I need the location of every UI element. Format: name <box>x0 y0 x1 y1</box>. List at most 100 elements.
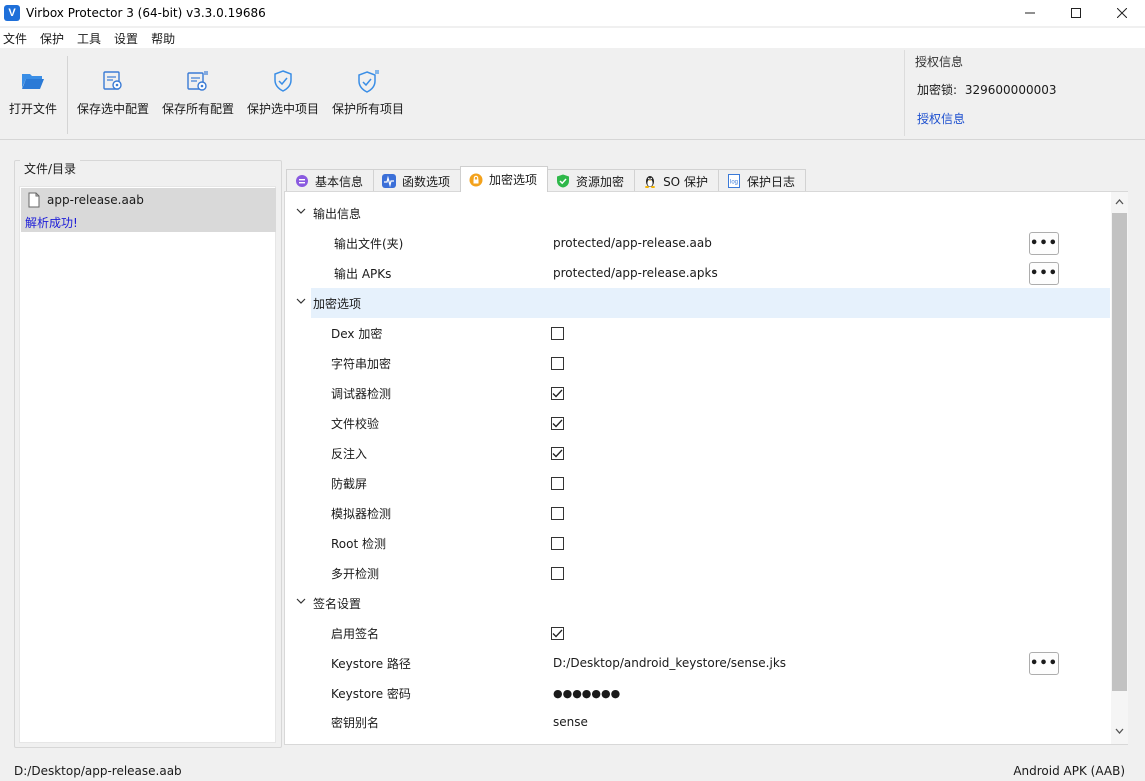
parse-status: 解析成功! <box>25 216 78 230</box>
maximize-icon <box>1071 8 1081 18</box>
enable-sign-checkbox[interactable] <box>551 626 564 640</box>
linux-icon <box>643 174 657 188</box>
prop-option-row: 模拟器检测 <box>285 498 1110 528</box>
category-output[interactable]: 输出信息 <box>285 198 1110 228</box>
checkmark-icon <box>552 629 563 637</box>
log-icon: log <box>727 174 741 188</box>
status-file-type: Android APK (AAB) <box>1013 764 1125 778</box>
prop-label: 输出文件(夹) <box>334 236 404 251</box>
output-file-value[interactable]: protected/app-release.aab <box>553 236 712 250</box>
tab-so-protection[interactable]: SO 保护 <box>634 169 719 192</box>
anti-screenshot-checkbox[interactable] <box>551 476 564 490</box>
shield-all-icon <box>355 68 381 94</box>
prop-option-row: 字符串加密 <box>285 348 1110 378</box>
key-alias-value[interactable]: sense <box>553 715 588 729</box>
prop-option-row: 反注入 <box>285 438 1110 468</box>
category-encrypt[interactable]: 加密选项 <box>285 288 1110 318</box>
minimize-icon <box>1025 12 1035 14</box>
protect-all-projects-button[interactable]: 保护所有项目 <box>332 68 404 117</box>
save-all-config-label: 保存所有配置 <box>162 102 235 116</box>
prop-label: 防截屏 <box>331 476 368 491</box>
prop-option-row: Root 检测 <box>285 528 1110 558</box>
menu-settings[interactable]: 设置 <box>111 30 144 47</box>
prop-label: 文件校验 <box>331 416 380 431</box>
keystore-password-value[interactable]: ●●●●●●● <box>553 687 620 700</box>
string-encrypt-checkbox[interactable] <box>551 356 564 370</box>
output-apks-value[interactable]: protected/app-release.apks <box>553 266 718 280</box>
toolbar-separator <box>67 56 68 134</box>
prop-keystore-path: Keystore 路径 D:/Desktop/android_keystore/… <box>285 648 1110 678</box>
prop-label: 输出 APKs <box>334 266 392 281</box>
protect-selected-project-button[interactable]: 保护选中项目 <box>247 68 319 117</box>
file-verify-checkbox[interactable] <box>551 416 564 430</box>
toolbar: 打开文件 保存选中配置 保存所有配置 保护选中项目 保护所有项目 授权信息 加密… <box>0 50 1145 140</box>
tab-label: 保护日志 <box>746 174 795 189</box>
tab-function-options[interactable]: 函数选项 <box>373 169 462 192</box>
title-bar: V Virbox Protector 3 (64-bit) v3.3.0.196… <box>0 0 1145 26</box>
close-icon <box>1117 8 1127 18</box>
wave-icon <box>382 174 397 188</box>
keystore-path-value[interactable]: D:/Desktop/android_keystore/sense.jks <box>553 656 786 670</box>
selected-row-highlight <box>311 288 1110 318</box>
prop-label: 模拟器检测 <box>331 506 392 521</box>
prop-option-row: 多开检测 <box>285 558 1110 588</box>
scroll-down-icon[interactable] <box>1115 727 1124 737</box>
app-logo-icon: V <box>4 5 20 21</box>
menu-help[interactable]: 帮助 <box>148 30 181 47</box>
prop-label: 启用签名 <box>331 626 380 641</box>
chevron-down-icon <box>296 598 306 604</box>
scrollbar-thumb[interactable] <box>1112 213 1127 691</box>
tab-encrypt-options[interactable]: 加密选项 <box>460 166 549 192</box>
prop-option-row: Dex 加密 <box>285 318 1110 348</box>
category-sign[interactable]: 签名设置 <box>285 588 1110 618</box>
browse-keystore-button[interactable]: ••• <box>1029 651 1059 675</box>
prop-label: 调试器检测 <box>331 386 392 401</box>
open-file-button[interactable]: 打开文件 <box>9 68 57 117</box>
license-panel: 授权信息 加密锁: 329600000003 授权信息 <box>904 50 1145 136</box>
file-list-item[interactable]: app-release.aab 解析成功! <box>21 188 276 232</box>
tab-basic-info[interactable]: 基本信息 <box>286 169 375 192</box>
scroll-up-icon[interactable] <box>1115 198 1124 208</box>
close-button[interactable] <box>1099 0 1145 26</box>
category-label: 加密选项 <box>313 296 362 311</box>
prop-label: Root 检测 <box>331 536 387 551</box>
vertical-scrollbar[interactable] <box>1111 192 1128 744</box>
menu-protect[interactable]: 保护 <box>37 30 70 47</box>
tab-label: 加密选项 <box>489 173 538 187</box>
lock-icon <box>469 173 483 187</box>
menu-file[interactable]: 文件 <box>0 30 33 47</box>
emulator-detect-checkbox[interactable] <box>551 506 564 520</box>
chevron-down-icon <box>296 298 306 304</box>
tab-resource-encryption[interactable]: 资源加密 <box>547 169 636 192</box>
browse-output-apks-button[interactable]: ••• <box>1029 261 1059 285</box>
config-all-icon <box>185 68 211 94</box>
prop-option-row: 防截屏 <box>285 468 1110 498</box>
save-selected-config-button[interactable]: 保存选中配置 <box>77 68 149 117</box>
menu-tools[interactable]: 工具 <box>74 30 107 47</box>
prop-label: 反注入 <box>331 446 368 461</box>
prop-label: 字符串加密 <box>331 356 392 371</box>
category-label: 输出信息 <box>313 206 362 221</box>
debugger-detect-checkbox[interactable] <box>551 386 564 400</box>
file-directory-title: 文件/目录 <box>20 160 81 177</box>
menu-bar: 文件 保护 工具 设置 帮助 <box>0 28 1145 48</box>
status-file-path: D:/Desktop/app-release.aab <box>14 764 182 778</box>
multi-instance-detect-checkbox[interactable] <box>551 566 564 580</box>
prop-label: Keystore 密码 <box>331 686 411 701</box>
license-info-link[interactable]: 授权信息 <box>917 110 965 127</box>
minimize-button[interactable] <box>1007 0 1053 26</box>
license-key-value: 329600000003 <box>964 83 1057 97</box>
license-title: 授权信息 <box>915 55 964 69</box>
save-all-config-button[interactable]: 保存所有配置 <box>162 68 234 117</box>
protect-selected-project-label: 保护选中项目 <box>247 102 320 116</box>
prop-label: 密钥别名 <box>331 715 380 730</box>
dex-encrypt-checkbox[interactable] <box>551 326 564 340</box>
browse-output-file-button[interactable]: ••• <box>1029 231 1059 255</box>
tab-bar: 基本信息 函数选项 加密选项 资源加密 SO 保护 log 保护日志 <box>286 166 806 192</box>
maximize-button[interactable] <box>1053 0 1099 26</box>
root-detect-checkbox[interactable] <box>551 536 564 550</box>
chat-icon <box>295 174 309 188</box>
tab-protection-log[interactable]: log 保护日志 <box>717 169 806 192</box>
prop-label: Dex 加密 <box>331 326 383 341</box>
anti-injection-checkbox[interactable] <box>551 446 564 460</box>
